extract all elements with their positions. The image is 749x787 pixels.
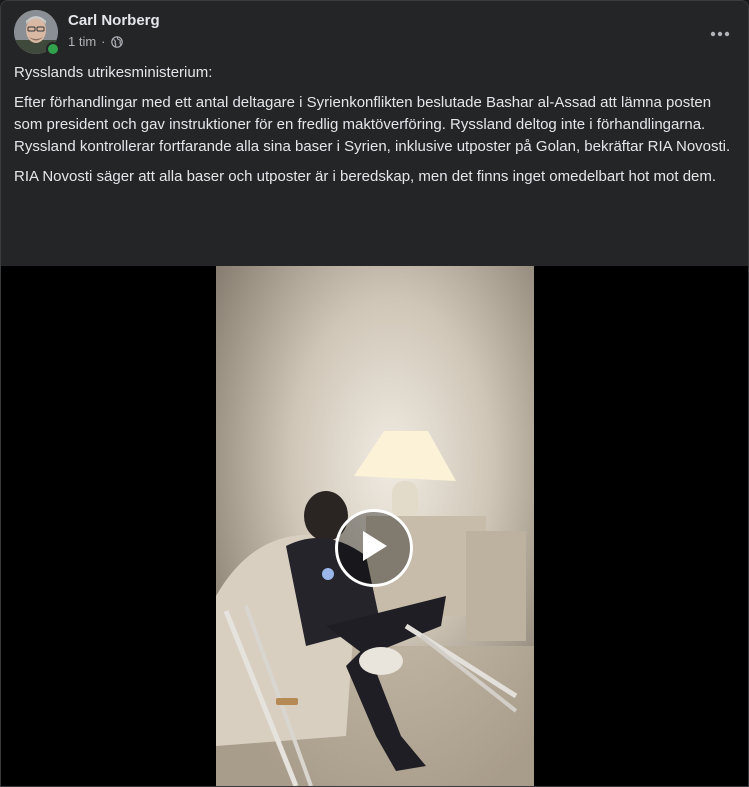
more-options-button[interactable]	[705, 18, 735, 48]
play-button[interactable]	[335, 509, 413, 587]
post-paragraph: Efter förhandlingar med ett antal deltag…	[14, 94, 731, 155]
author-name[interactable]: Carl Norberg	[68, 12, 160, 29]
post-header: Carl Norberg 1 tim ·	[14, 10, 735, 56]
globe-icon[interactable]	[110, 35, 123, 48]
post-paragraph: RIA Novosti säger att alla baser och utp…	[14, 168, 717, 185]
post-text: Rysslands utrikesministerium: Efter förh…	[14, 62, 736, 196]
video-player[interactable]	[1, 266, 748, 786]
online-status-dot	[46, 42, 60, 56]
post-meta: 1 tim ·	[68, 34, 123, 49]
meta-separator: ·	[101, 34, 106, 49]
post-paragraph: Rysslands utrikesministerium:	[14, 64, 213, 81]
post-timestamp[interactable]: 1 tim	[68, 34, 96, 49]
more-horizontal-icon	[710, 24, 730, 42]
play-icon	[359, 529, 389, 568]
post-card: Carl Norberg 1 tim · Rysslands utrikesmi…	[0, 0, 749, 787]
